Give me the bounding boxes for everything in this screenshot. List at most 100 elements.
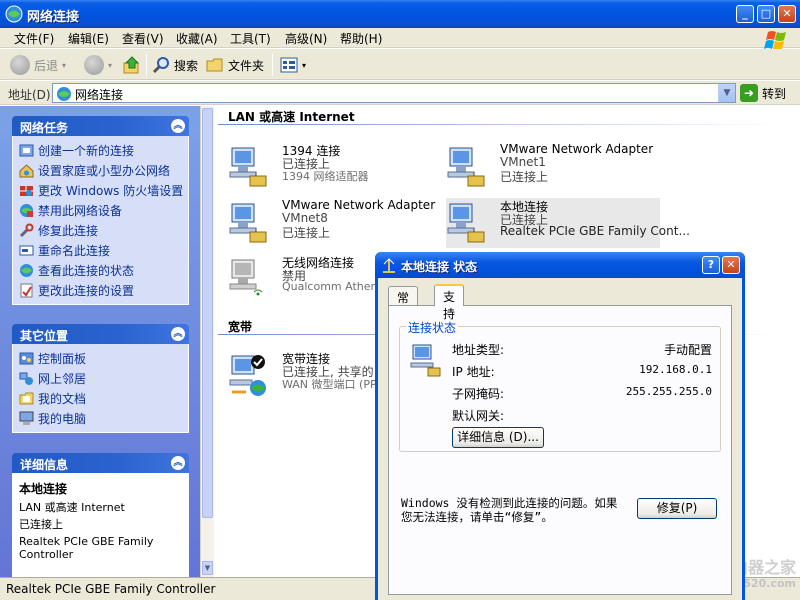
dialog-close-button[interactable]: ✕ [722,256,740,274]
group-header-lan: LAN 或高速 Internet [228,110,355,124]
menu-favorites[interactable]: 收藏(A) [176,30,218,47]
connection-local-area[interactable]: 本地连接 已连接上 Realtek PCIe GBE Family Cont..… [446,198,690,248]
broadband-connection-icon [229,355,266,396]
menu-help[interactable]: 帮助(H) [340,30,382,47]
collapse-chevron-icon[interactable]: ︽ [171,327,185,341]
details-type: LAN 或高速 Internet [19,501,125,514]
task-rename-connection[interactable]: 重命名此连接 [19,240,182,260]
place-network-neighborhood[interactable]: 网上邻居 [19,368,182,388]
collapse-chevron-icon[interactable]: ︽ [171,119,185,133]
address-input[interactable]: 网络连接 ▼ [52,83,736,103]
search-button[interactable]: 搜索 [152,54,198,76]
go-button[interactable]: ➜ 转到 [740,83,786,103]
task-repair-connection[interactable]: 修复此连接 [19,220,182,240]
network-adapter-icon [410,344,441,377]
task-disable-device[interactable]: 禁用此网络设备 [19,200,182,220]
search-label: 搜索 [174,58,199,73]
details-panel: 详细信息 ︽ 本地连接 LAN 或高速 Internet 已连接上 Realte… [12,453,189,577]
up-folder-button[interactable] [122,54,142,76]
network-adapter-icon [229,203,267,243]
other-places-panel: 其它位置 ︽ 控制面板 网上邻居 我的文档 我的电脑 [12,324,189,433]
maximize-button[interactable]: □ [757,5,775,23]
collapse-chevron-icon[interactable]: ︽ [171,456,185,470]
go-arrow-icon: ➜ [740,84,758,102]
network-connections-icon [5,5,23,23]
menu-advanced[interactable]: 高级(N) [285,30,327,47]
place-my-documents[interactable]: 我的文档 [19,388,182,408]
task-firewall-settings[interactable]: 更改 Windows 防火墙设置 [19,180,183,200]
other-places-header[interactable]: 其它位置 ︽ [12,324,189,344]
home-network-icon [19,163,34,177]
disable-network-icon [20,203,33,217]
details-status: 已连接上 [19,518,63,531]
dialog-body: 常规 支持 连接状态 地址类型: 手动配置 IP 地址: 192.168.0.1 [378,278,742,600]
wireless-adapter-disabled-icon [229,259,263,296]
menu-tools[interactable]: 工具(T) [230,30,271,47]
close-button[interactable]: ✕ [778,5,796,23]
support-tab-panel: 连接状态 地址类型: 手动配置 IP 地址: 192.168.0.1 子网掩码:… [388,305,732,595]
folders-label: 文件夹 [228,58,265,73]
address-dropdown-button[interactable]: ▼ [718,84,735,102]
forward-arrow-icon [84,55,104,75]
task-change-settings[interactable]: 更改此连接的设置 [19,280,182,300]
task-create-connection[interactable]: 创建一个新的连接 [19,140,182,160]
connection-status-icon [383,258,395,273]
repair-button[interactable]: 修复(P) [637,498,717,519]
network-neighborhood-icon [19,372,33,385]
details-header[interactable]: 详细信息 ︽ [12,453,189,473]
network-connections-icon [57,87,71,101]
status-globe-icon [20,263,33,277]
minimize-button[interactable]: _ [736,5,754,23]
dialog-title-bar[interactable]: 本地连接 状态 ? ✕ [375,252,745,278]
scroll-down-arrow-icon[interactable]: ▼ [202,561,213,575]
menu-file[interactable]: 文件(F) [14,30,54,47]
connection-status-group: 连接状态 地址类型: 手动配置 IP 地址: 192.168.0.1 子网掩码:… [399,319,721,452]
status-text: Realtek PCIe GBE Family Controller [6,582,216,596]
rename-icon [19,245,34,255]
toolbar: 后退 ▾ ▾ 搜索 文件夹 ▾ [0,49,800,80]
address-value: 网络连接 [75,88,124,102]
connection-vmnet8[interactable]: VMware Network Adapter VMnet8 已连接上 [228,198,442,248]
views-button[interactable]: ▾ [280,54,306,76]
window-title-bar[interactable]: 网络连接 _ □ ✕ [0,0,800,28]
tab-general[interactable]: 常规 [388,286,419,322]
connection-status-dialog: 本地连接 状态 ? ✕ 常规 支持 连接状态 地址类型: 手动配置 IP [375,252,745,600]
views-icon [280,57,298,73]
settings-document-icon [20,283,33,297]
network-adapter-icon [447,147,485,187]
back-arrow-icon [10,55,30,75]
menu-bar: 文件(F) 编辑(E) 查看(V) 收藏(A) 工具(T) 高级(N) 帮助(H… [0,28,800,50]
details-title: 详细信息 [20,458,69,472]
dialog-help-button[interactable]: ? [702,256,720,274]
dialog-title: 本地连接 状态 [401,260,478,274]
details-button[interactable]: 详细信息 (D)... [452,427,544,448]
scrollbar-thumb[interactable] [202,108,213,518]
back-button[interactable]: 后退 ▾ [10,54,66,76]
task-view-status[interactable]: 查看此连接的状态 [19,260,182,280]
place-control-panel[interactable]: 控制面板 [19,348,182,368]
connection-vmnet1[interactable]: VMware Network Adapter VMnet1 已连接上 [446,142,660,192]
folders-button[interactable]: 文件夹 [206,54,264,76]
folder-icon [206,58,223,72]
details-device: Realtek PCIe GBE Family Controller [19,535,154,561]
network-adapter-icon [229,147,267,187]
group-header-broadband: 宽带 [228,320,253,334]
tab-support[interactable]: 支持 [434,284,465,321]
connection-1394[interactable]: 1394 连接 已连接上 1394 网络适配器 [228,142,442,192]
details-name: 本地连接 [19,482,68,496]
repair-wrench-icon [19,223,34,237]
window-title: 网络连接 [27,10,80,25]
menu-edit[interactable]: 编辑(E) [68,30,109,47]
network-tasks-title: 网络任务 [20,121,69,135]
menu-view[interactable]: 查看(V) [122,30,164,47]
my-computer-icon [19,411,34,425]
forward-button[interactable]: ▾ [84,54,112,76]
network-adapter-icon [447,203,485,243]
task-pane-scrollbar[interactable]: ▼ [200,106,214,577]
task-setup-home-network[interactable]: 设置家庭或小型办公网络 [19,160,182,180]
network-tasks-header[interactable]: 网络任务 ︽ [12,116,189,136]
new-connection-icon [19,144,34,156]
network-tasks-panel: 网络任务 ︽ 创建一个新的连接 设置家庭或小型办公网络 更改 Windows 防… [12,116,189,305]
firewall-icon [20,185,33,196]
place-my-computer[interactable]: 我的电脑 [19,408,182,428]
